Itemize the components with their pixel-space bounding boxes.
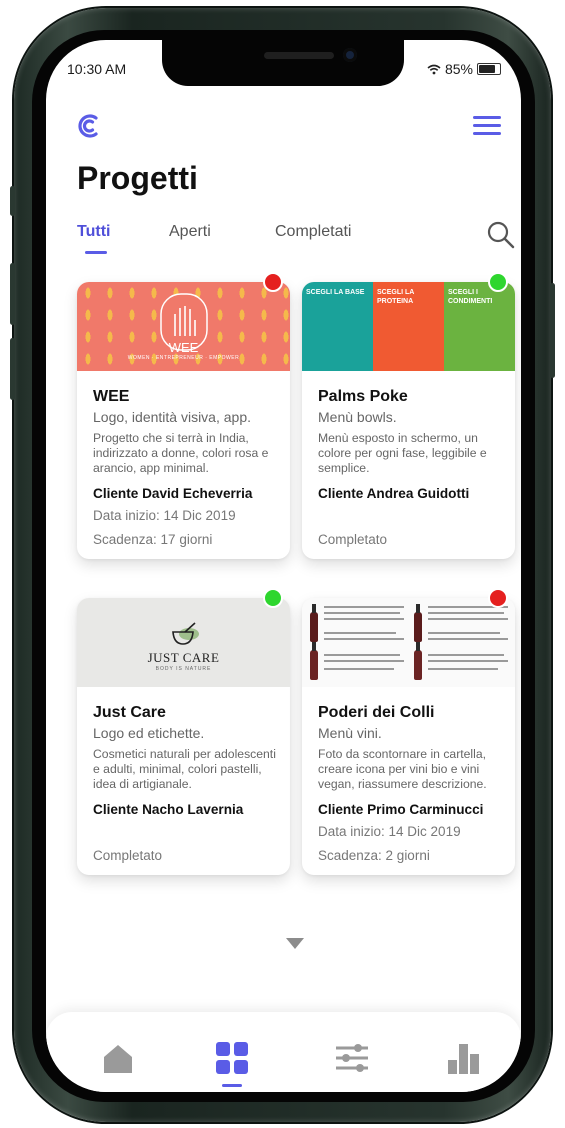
project-deadline: Scadenza: 2 giorni [318, 848, 430, 863]
project-card-wee[interactable]: WEE WOMEN · ENTREPRENEUR · EMPOWER WEE L… [77, 272, 290, 559]
tab-completati[interactable]: Completati [275, 223, 351, 241]
mortar-leaf-icon [172, 622, 199, 645]
status-dot-red [488, 588, 508, 608]
project-subtitle: Logo ed etichette. [93, 725, 205, 741]
bottom-nav [46, 1012, 521, 1092]
active-tab-indicator [85, 251, 107, 254]
notch [162, 40, 404, 86]
status-dot-red [263, 272, 283, 292]
project-start-date: Data inizio: 14 Dic 2019 [93, 508, 236, 523]
project-description: Cosmetici naturali per adolescenti e adu… [93, 747, 276, 791]
just-care-logo-text: JUST CARE [147, 650, 220, 665]
volume-up-button [10, 263, 15, 325]
project-name: Palms Poke [318, 388, 408, 405]
project-client: Cliente Primo Carminucci [318, 802, 484, 817]
status-dot-green [488, 272, 508, 292]
project-description: Progetto che si terrà in India, indirizz… [93, 431, 269, 475]
project-status: Completato [93, 848, 163, 863]
project-start-date: Data inizio: 14 Dic 2019 [318, 824, 461, 839]
status-dot-green [263, 588, 283, 608]
project-status: Completato [318, 532, 388, 547]
project-subtitle: Logo, identità visiva, app. [93, 409, 251, 425]
hamburger-menu-icon[interactable] [473, 116, 501, 136]
project-subtitle: Menù bowls. [318, 409, 397, 425]
project-deadline: Scadenza: 17 giorni [93, 532, 213, 547]
just-care-logo-sub: BODY IS NATURE [155, 666, 212, 672]
menu-col-base: SCEGLI LA BASE [302, 282, 373, 371]
project-subtitle: Menù vini. [318, 725, 382, 741]
tab-aperti[interactable]: Aperti [169, 223, 211, 241]
app-logo-icon[interactable] [76, 112, 100, 140]
project-client: Cliente Andrea Guidotti [318, 486, 470, 501]
screen: 10:30 AM 85% Progetti Tutti Aperti Compl… [46, 40, 521, 1092]
active-nav-indicator [222, 1084, 242, 1087]
volume-down-button [10, 338, 15, 400]
project-card-poderi-dei-colli[interactable]: Poderi dei Colli Menù vini. Foto da scon… [302, 588, 515, 875]
power-button [550, 283, 555, 378]
sliders-icon[interactable] [334, 1040, 370, 1076]
project-name: WEE [93, 388, 130, 405]
search-icon[interactable] [486, 220, 516, 250]
project-image-palms-poke: SCEGLI LA BASE SCEGLI LA PROTEINA SCEGLI… [302, 282, 515, 371]
menu-col-condimenti: SCEGLI I CONDIMENTI [444, 282, 515, 371]
project-name: Poderi dei Colli [318, 704, 435, 721]
project-client: Cliente David Echeverria [93, 486, 253, 501]
tab-tutti[interactable]: Tutti [77, 223, 110, 241]
wifi-icon [427, 64, 441, 74]
project-client: Cliente Nacho Lavernia [93, 802, 244, 817]
status-time: 10:30 AM [67, 61, 127, 77]
menu-col-proteina: SCEGLI LA PROTEINA [373, 282, 444, 371]
project-card-palms-poke[interactable]: SCEGLI LA BASE SCEGLI LA PROTEINA SCEGLI… [302, 272, 515, 559]
battery-icon [477, 63, 501, 75]
grid-icon[interactable] [214, 1040, 250, 1076]
project-image-just-care: JUST CARE BODY IS NATURE [77, 598, 290, 687]
project-description: Foto da scontornare in cartella, creare … [318, 747, 487, 791]
project-image-wee: WEE WOMEN · ENTREPRENEUR · EMPOWER [77, 282, 290, 371]
project-card-just-care[interactable]: JUST CARE BODY IS NATURE Just Care Logo … [77, 588, 290, 875]
mute-switch [10, 186, 15, 216]
battery-percent: 85% [444, 61, 473, 77]
front-camera [343, 48, 357, 62]
project-name: Just Care [93, 704, 166, 721]
scroll-down-arrow-icon[interactable] [286, 938, 304, 949]
project-description: Menù esposto in schermo, un colore per o… [318, 431, 487, 475]
wee-logo-text: WEE [168, 340, 199, 355]
wee-logo-sub: WOMEN · ENTREPRENEUR · EMPOWER [127, 355, 240, 361]
project-image-poderi [302, 598, 515, 687]
home-icon[interactable] [100, 1040, 136, 1076]
status-indicators: 85% [427, 61, 501, 77]
bar-chart-icon[interactable] [446, 1040, 482, 1076]
page-title: Progetti [77, 160, 198, 196]
speaker [264, 52, 334, 59]
